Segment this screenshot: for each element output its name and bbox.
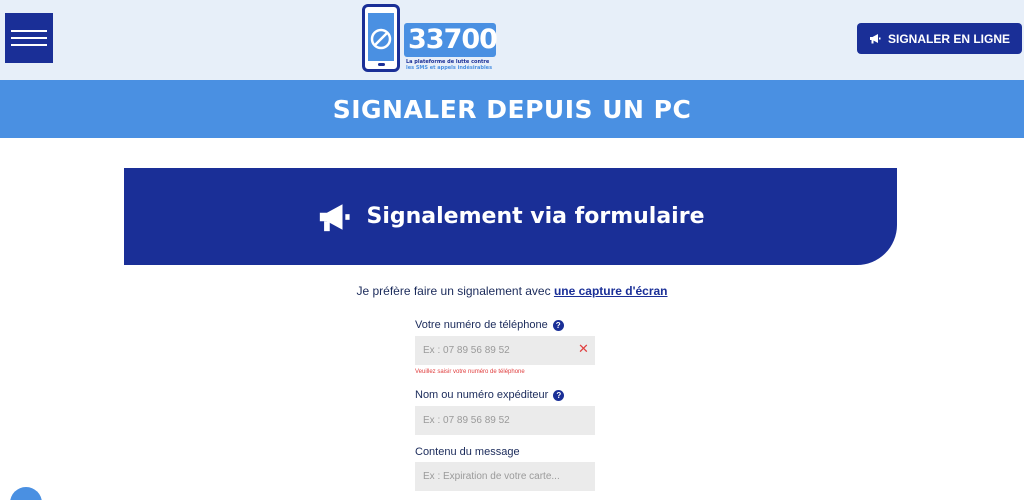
screenshot-link[interactable]: une capture d'écran — [554, 284, 668, 298]
sender-label: Nom ou numéro expéditeur ? — [415, 389, 565, 401]
phone-blocked-icon — [362, 4, 400, 72]
message-input[interactable] — [415, 462, 595, 491]
page-banner: SIGNALER DEPUIS UN PC — [0, 80, 1024, 138]
help-icon[interactable]: ? — [552, 319, 564, 331]
preference-line: Je préfère faire un signalement avec une… — [0, 284, 1024, 298]
report-online-label: SIGNALER EN LIGNE — [887, 31, 1010, 46]
logo-number: 33700 — [404, 23, 498, 57]
logo-tagline: La plateforme de lutte contre les SMS et… — [406, 59, 493, 71]
message-label: Contenu du message — [415, 446, 520, 458]
clear-icon[interactable]: ✕ — [578, 342, 589, 357]
phone-label: Votre numéro de téléphone ? — [415, 319, 564, 331]
sender-input[interactable] — [415, 406, 595, 435]
phone-input[interactable] — [415, 336, 595, 365]
phone-error-message: Veuillez saisir votre numéro de téléphon… — [415, 369, 525, 375]
help-icon[interactable]: ? — [553, 389, 565, 401]
preference-text: Je préfère faire un signalement avec — [356, 284, 554, 298]
megaphone-icon — [319, 203, 350, 231]
site-header: 33700 La plateforme de lutte contre les … — [0, 0, 1024, 80]
menu-icon[interactable] — [5, 13, 53, 63]
logo[interactable]: 33700 La plateforme de lutte contre les … — [362, 4, 502, 74]
megaphone-icon — [869, 34, 881, 44]
report-online-button[interactable]: SIGNALER EN LIGNE — [857, 23, 1022, 54]
form-card-header: Signalement via formulaire — [124, 168, 897, 265]
form-card-title: Signalement via formulaire — [366, 204, 705, 229]
page-title: SIGNALER DEPUIS UN PC — [332, 94, 692, 124]
accessibility-button[interactable] — [10, 487, 42, 500]
